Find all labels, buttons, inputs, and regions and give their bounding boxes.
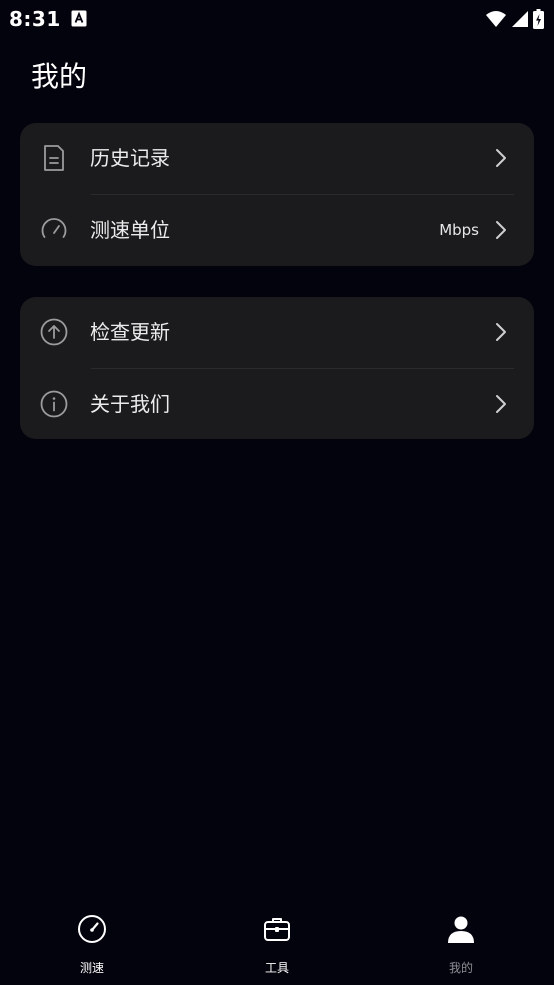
user-icon (448, 916, 474, 943)
page-title: 我的 (31, 60, 88, 93)
check-update-label: 检查更新 (90, 320, 170, 344)
signal-icon (512, 11, 528, 27)
history-row[interactable]: 历史记录 (20, 123, 534, 194)
tab-speed-test[interactable]: 测速 (31, 912, 151, 975)
tab-mine[interactable]: 我的 (400, 912, 520, 975)
tab-mine-label: 我的 (448, 961, 473, 975)
speedometer-icon (41, 218, 67, 238)
tab-tools[interactable]: 工具 (216, 912, 336, 975)
status-icons (485, 9, 544, 29)
document-icon (44, 145, 64, 171)
bottom-tab-bar: 测速 工具 我的 (0, 900, 554, 985)
check-update-row[interactable]: 检查更新 (20, 297, 534, 368)
status-time: 8:31 (9, 7, 61, 31)
about-us-row[interactable]: 关于我们 (20, 369, 534, 440)
menu-card-2: 检查更新 关于我们 (20, 297, 534, 439)
toolbox-icon (264, 918, 290, 941)
speed-unit-value: Mbps (439, 221, 479, 239)
speed-unit-row[interactable]: 测速单位 Mbps (20, 195, 534, 266)
speed-unit-label: 测速单位 (90, 218, 170, 242)
speedometer-icon (78, 915, 106, 943)
wifi-icon (486, 11, 506, 27)
a-notification-icon (71, 10, 87, 27)
history-label: 历史记录 (90, 146, 170, 170)
chevron-right-icon (496, 149, 506, 167)
menu-card-1: 历史记录 测速单位 Mbps (20, 123, 534, 266)
info-circle-icon (40, 390, 68, 418)
about-us-label: 关于我们 (90, 392, 170, 416)
chevron-right-icon (496, 221, 506, 239)
arrow-up-circle-icon (40, 318, 68, 346)
tab-speed-test-label: 测速 (79, 961, 104, 975)
status-bar: 8:31 (0, 0, 554, 38)
battery-charging-icon (533, 9, 544, 29)
chevron-right-icon (496, 395, 506, 413)
tab-tools-label: 工具 (264, 961, 289, 975)
chevron-right-icon (496, 323, 506, 341)
